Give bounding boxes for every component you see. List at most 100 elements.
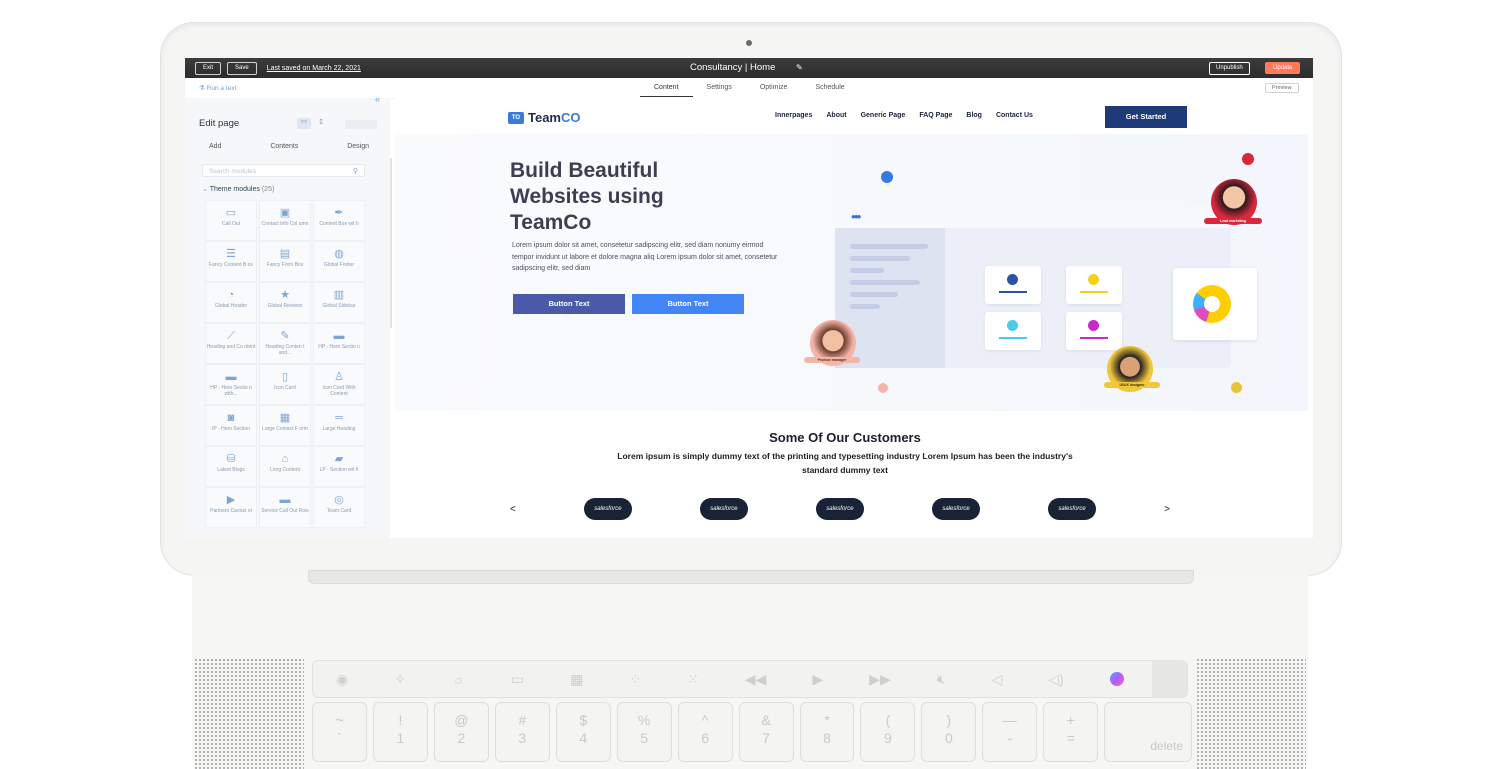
site-preview: TO Team CO Innerpages About Generic Page … (395, 98, 1313, 538)
camera-icon (746, 40, 752, 46)
salesforce-logo: salesforce (699, 498, 748, 520)
module-tile[interactable]: ◍ Global Footer (313, 241, 365, 282)
pie-chart-card (1173, 268, 1257, 340)
nav-contact-us[interactable]: Contact Us (996, 112, 1033, 119)
donut-chart-icon (1193, 285, 1231, 323)
tab-optimize[interactable]: Optimize (746, 78, 802, 97)
panel-tab-add[interactable]: Add (199, 143, 231, 150)
panel-tab-contents[interactable]: Contents (260, 143, 308, 150)
module-tile[interactable]: ◔ Global Header (205, 282, 257, 323)
theme-modules-count: (25) (261, 186, 275, 193)
module-tile[interactable]: ▯ Icon Card (259, 364, 311, 405)
update-button[interactable]: Update (1265, 62, 1301, 74)
module-tile[interactable]: ✎ Heading Conten t and... (259, 323, 311, 364)
nav-faq-page[interactable]: FAQ Page (919, 112, 952, 119)
mobile-view-icon[interactable]: ▯ (315, 118, 327, 129)
module-label: Icon Card With Content (322, 385, 356, 397)
module-tile[interactable]: ♙ Icon Card With Content (313, 364, 365, 405)
volume-up-icon: ◁) (1048, 670, 1064, 687)
teamco-logo[interactable]: TO Team CO (508, 110, 581, 125)
desktop-view-icon[interactable]: ▭ (297, 118, 311, 129)
contact-icon: ▣ (279, 207, 291, 219)
module-tile[interactable]: ═ Large Heading (313, 405, 365, 446)
module-tile[interactable]: ★ Global Reviews (259, 282, 311, 323)
module-tile[interactable]: ▣ Contact Info Col umn (259, 200, 311, 241)
nav-about[interactable]: About (826, 112, 846, 119)
key-bottom-label: 9 (884, 730, 892, 746)
module-tile[interactable]: ▬ Service Call Out Row (259, 487, 311, 528)
module-label: Global Header (214, 303, 248, 309)
module-tile[interactable]: ▬ HP - Hero Sectio n with... (205, 364, 257, 405)
mute-icon: 🔇︎ (936, 670, 946, 687)
volume-down-icon: ◁ (991, 670, 1003, 687)
decor-dot (1242, 153, 1254, 165)
module-tile[interactable]: ▶ Partners Carous el (205, 487, 257, 528)
module-tile[interactable]: ▦ Large Contact F orm (259, 405, 311, 446)
carousel-prev-button[interactable]: < (510, 504, 516, 515)
get-started-button[interactable]: Get Started (1105, 106, 1187, 128)
decor-dot (881, 171, 893, 183)
preview-button[interactable]: Preview (1265, 83, 1299, 93)
key-top-label: ! (398, 712, 403, 728)
panel-scrollbar[interactable] (390, 158, 392, 328)
tab-schedule[interactable]: Schedule (801, 78, 858, 97)
module-label: Global Reviews (267, 303, 303, 309)
save-button[interactable]: Save (227, 61, 257, 75)
module-tile[interactable]: ⟋ Heading and Co ntent (205, 323, 257, 364)
tab-content[interactable]: Content (640, 78, 693, 97)
module-tile[interactable]: ▥ Global Sidebar (313, 282, 365, 323)
keyboard-key: (9 (860, 702, 916, 762)
play-icon: ▶ (226, 494, 236, 506)
touch-id-sensor (1152, 661, 1187, 697)
module-tile[interactable]: ▭ Call Out (205, 200, 257, 241)
hero-button-primary[interactable]: Button Text (513, 294, 625, 314)
key-bottom-label: 7 (762, 730, 770, 746)
key-top-label: $ (579, 712, 588, 728)
module-tile[interactable]: ◙ IP - Hero Section (205, 405, 257, 446)
nav-blog[interactable]: Blog (966, 112, 982, 119)
feather-icon: ✒ (334, 207, 344, 219)
run-text-link[interactable]: ⚗ Run a text (199, 84, 236, 92)
illustration-bar (850, 256, 910, 261)
module-search-placeholder: Search modules (209, 168, 256, 175)
hero-button-secondary[interactable]: Button Text (632, 294, 744, 314)
panel-tabs: Add Contents Design (199, 143, 379, 150)
key-bottom-label: 8 (823, 730, 831, 746)
key-top-label: ( (885, 712, 891, 728)
module-search-input[interactable]: Search modules ⚲ (202, 164, 365, 177)
panel-tab-design[interactable]: Design (337, 143, 379, 150)
module-tile[interactable]: ⛁ Latest Blogs (205, 446, 257, 487)
search-icon[interactable]: ⚲ (353, 165, 358, 178)
module-tile[interactable]: ▤ Fancy Form Box (259, 241, 311, 282)
tab-settings[interactable]: Settings (693, 78, 746, 97)
screen: Exit Save Last saved on March 22, 2021 C… (185, 58, 1313, 538)
dashboard-illustration: ●●● (835, 206, 1231, 368)
exit-button[interactable]: Exit (195, 61, 222, 75)
pencil-icon[interactable]: ✎ (796, 63, 803, 72)
module-tile[interactable]: ◎ Team Card (313, 487, 365, 528)
collapse-icon[interactable]: « (375, 94, 380, 104)
module-tile[interactable]: ▬ HP - Hero Sectio n (313, 323, 365, 364)
tag-product-manager: Product manager (804, 357, 860, 363)
key-top-label: ^ (701, 712, 709, 728)
theme-modules-header[interactable]: ⌄ Theme modules (25) (202, 185, 274, 193)
unpublish-button[interactable]: Unpublish (1209, 62, 1250, 75)
module-label: Long Content (269, 467, 301, 473)
paint-icon: ⌂ (281, 453, 289, 465)
last-saved-link[interactable]: Last saved on March 22, 2021 (267, 65, 361, 72)
undo-redo-control[interactable] (345, 120, 377, 129)
module-tile[interactable]: ☰ Fancy Content B ox (205, 241, 257, 282)
book-icon: ▯ (281, 371, 289, 383)
carousel-next-button[interactable]: > (1164, 504, 1170, 515)
salesforce-logo: salesforce (932, 498, 981, 520)
nav-innerpages[interactable]: Innerpages (775, 112, 812, 119)
module-tile[interactable]: ▰ LP - Section wit h (313, 446, 365, 487)
decor-dot (1231, 382, 1242, 393)
illustration-card (1066, 312, 1122, 350)
module-tile[interactable]: ✒ Content Box wit h (313, 200, 365, 241)
power-icon: ◉ (336, 670, 349, 687)
nav-generic-page[interactable]: Generic Page (861, 112, 906, 119)
module-tile[interactable]: ⌂ Long Content (259, 446, 311, 487)
module-label: LP - Section wit h (319, 467, 359, 473)
laptop-hinge (308, 570, 1194, 584)
